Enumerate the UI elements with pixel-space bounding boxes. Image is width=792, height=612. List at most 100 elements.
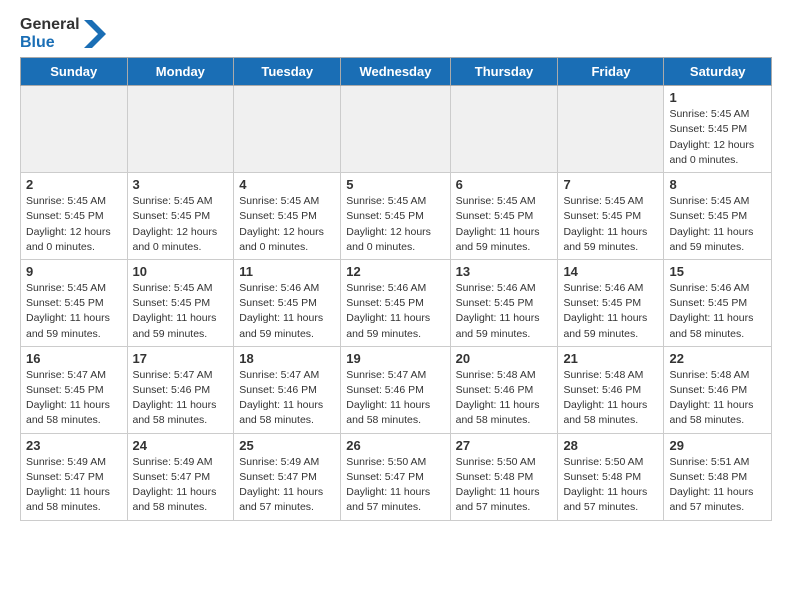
day-info: Sunrise: 5:47 AMSunset: 5:45 PMDaylight:… [26, 368, 122, 429]
day-info: Sunrise: 5:45 AMSunset: 5:45 PMDaylight:… [133, 281, 229, 342]
calendar-week-row: 9 Sunrise: 5:45 AMSunset: 5:45 PMDaylight… [21, 259, 772, 346]
day-number: 18 [239, 351, 335, 366]
day-number: 20 [456, 351, 553, 366]
day-number: 7 [563, 177, 658, 192]
day-number: 22 [669, 351, 766, 366]
weekday-header-friday: Friday [558, 58, 664, 86]
calendar-table: SundayMondayTuesdayWednesdayThursdayFrid… [20, 57, 772, 520]
day-info: Sunrise: 5:50 AMSunset: 5:48 PMDaylight:… [563, 455, 658, 516]
day-info: Sunrise: 5:46 AMSunset: 5:45 PMDaylight:… [456, 281, 553, 342]
day-number: 24 [133, 438, 229, 453]
day-number: 12 [346, 264, 444, 279]
day-number: 17 [133, 351, 229, 366]
day-number: 25 [239, 438, 335, 453]
day-number: 28 [563, 438, 658, 453]
calendar-day-cell [127, 86, 234, 173]
weekday-header-tuesday: Tuesday [234, 58, 341, 86]
calendar-day-cell [450, 86, 558, 173]
weekday-header-sunday: Sunday [21, 58, 128, 86]
day-number: 15 [669, 264, 766, 279]
calendar-day-cell: 15 Sunrise: 5:46 AMSunset: 5:45 PMDayligh… [664, 259, 772, 346]
day-number: 1 [669, 90, 766, 105]
day-info: Sunrise: 5:45 AMSunset: 5:45 PMDaylight:… [26, 194, 122, 255]
day-number: 19 [346, 351, 444, 366]
logo-text-general: GeneralBlue [20, 16, 80, 51]
calendar-day-cell: 29Sunrise: 5:51 AMSunset: 5:48 PMDayligh… [664, 433, 772, 520]
calendar-day-cell: 8 Sunrise: 5:45 AMSunset: 5:45 PMDaylight… [664, 173, 772, 260]
day-number: 2 [26, 177, 122, 192]
calendar-week-row: 16 Sunrise: 5:47 AMSunset: 5:45 PMDayligh… [21, 346, 772, 433]
day-info: Sunrise: 5:50 AMSunset: 5:48 PMDaylight:… [456, 455, 553, 516]
day-number: 10 [133, 264, 229, 279]
day-info: Sunrise: 5:45 AMSunset: 5:45 PMDaylight:… [133, 194, 229, 255]
calendar-day-cell: 24 Sunrise: 5:49 AMSunset: 5:47 PMDayligh… [127, 433, 234, 520]
day-number: 8 [669, 177, 766, 192]
day-info: Sunrise: 5:48 AMSunset: 5:46 PMDaylight:… [669, 368, 766, 429]
day-info: Sunrise: 5:49 AMSunset: 5:47 PMDaylight:… [239, 455, 335, 516]
weekday-header-saturday: Saturday [664, 58, 772, 86]
calendar-week-row: 1 Sunrise: 5:45 AMSunset: 5:45 PMDaylight… [21, 86, 772, 173]
logo-container: GeneralBlue [20, 16, 106, 51]
calendar-day-cell [21, 86, 128, 173]
page-header: GeneralBlue [20, 16, 772, 51]
calendar-day-cell: 20 Sunrise: 5:48 AMSunset: 5:46 PMDayligh… [450, 346, 558, 433]
day-info: Sunrise: 5:45 AMSunset: 5:45 PMDaylight:… [563, 194, 658, 255]
calendar-day-cell: 7 Sunrise: 5:45 AMSunset: 5:45 PMDaylight… [558, 173, 664, 260]
day-info: Sunrise: 5:45 AMSunset: 5:45 PMDaylight:… [669, 194, 766, 255]
day-info: Sunrise: 5:46 AMSunset: 5:45 PMDaylight:… [239, 281, 335, 342]
calendar-day-cell: 11 Sunrise: 5:46 AMSunset: 5:45 PMDayligh… [234, 259, 341, 346]
day-number: 13 [456, 264, 553, 279]
day-info: Sunrise: 5:48 AMSunset: 5:46 PMDaylight:… [563, 368, 658, 429]
day-info: Sunrise: 5:45 AMSunset: 5:45 PMDaylight:… [456, 194, 553, 255]
day-info: Sunrise: 5:45 AMSunset: 5:45 PMDaylight:… [669, 107, 766, 168]
calendar-day-cell: 16 Sunrise: 5:47 AMSunset: 5:45 PMDayligh… [21, 346, 128, 433]
day-info: Sunrise: 5:48 AMSunset: 5:46 PMDaylight:… [456, 368, 553, 429]
day-number: 6 [456, 177, 553, 192]
calendar-day-cell: 10 Sunrise: 5:45 AMSunset: 5:45 PMDayligh… [127, 259, 234, 346]
logo-chevron-icon [84, 20, 106, 48]
calendar-day-cell: 12 Sunrise: 5:46 AMSunset: 5:45 PMDayligh… [341, 259, 450, 346]
day-info: Sunrise: 5:47 AMSunset: 5:46 PMDaylight:… [239, 368, 335, 429]
day-number: 11 [239, 264, 335, 279]
calendar-week-row: 2 Sunrise: 5:45 AMSunset: 5:45 PMDaylight… [21, 173, 772, 260]
calendar-day-cell: 26 Sunrise: 5:50 AMSunset: 5:47 PMDayligh… [341, 433, 450, 520]
day-info: Sunrise: 5:45 AMSunset: 5:45 PMDaylight:… [239, 194, 335, 255]
calendar-day-cell: 6 Sunrise: 5:45 AMSunset: 5:45 PMDaylight… [450, 173, 558, 260]
calendar-day-cell: 14 Sunrise: 5:46 AMSunset: 5:45 PMDayligh… [558, 259, 664, 346]
day-info: Sunrise: 5:49 AMSunset: 5:47 PMDaylight:… [133, 455, 229, 516]
calendar-day-cell: 17 Sunrise: 5:47 AMSunset: 5:46 PMDayligh… [127, 346, 234, 433]
day-number: 14 [563, 264, 658, 279]
day-number: 3 [133, 177, 229, 192]
calendar-week-row: 23Sunrise: 5:49 AMSunset: 5:47 PMDayligh… [21, 433, 772, 520]
day-info: Sunrise: 5:49 AMSunset: 5:47 PMDaylight:… [26, 455, 122, 516]
calendar-day-cell: 27Sunrise: 5:50 AMSunset: 5:48 PMDayligh… [450, 433, 558, 520]
calendar-day-cell: 23Sunrise: 5:49 AMSunset: 5:47 PMDayligh… [21, 433, 128, 520]
calendar-day-cell: 2 Sunrise: 5:45 AMSunset: 5:45 PMDaylight… [21, 173, 128, 260]
day-number: 5 [346, 177, 444, 192]
day-number: 4 [239, 177, 335, 192]
calendar-day-cell [341, 86, 450, 173]
weekday-header-wednesday: Wednesday [341, 58, 450, 86]
weekday-header-row: SundayMondayTuesdayWednesdayThursdayFrid… [21, 58, 772, 86]
day-number: 9 [26, 264, 122, 279]
day-info: Sunrise: 5:50 AMSunset: 5:47 PMDaylight:… [346, 455, 444, 516]
calendar-day-cell: 19Sunrise: 5:47 AMSunset: 5:46 PMDayligh… [341, 346, 450, 433]
calendar-day-cell: 25 Sunrise: 5:49 AMSunset: 5:47 PMDayligh… [234, 433, 341, 520]
day-info: Sunrise: 5:46 AMSunset: 5:45 PMDaylight:… [669, 281, 766, 342]
calendar-day-cell: 9Sunrise: 5:45 AMSunset: 5:45 PMDaylight… [21, 259, 128, 346]
day-info: Sunrise: 5:46 AMSunset: 5:45 PMDaylight:… [563, 281, 658, 342]
day-number: 21 [563, 351, 658, 366]
calendar-day-cell: 28 Sunrise: 5:50 AMSunset: 5:48 PMDayligh… [558, 433, 664, 520]
logo: GeneralBlue [20, 16, 106, 51]
day-number: 26 [346, 438, 444, 453]
calendar-day-cell [558, 86, 664, 173]
calendar-day-cell: 18 Sunrise: 5:47 AMSunset: 5:46 PMDayligh… [234, 346, 341, 433]
day-info: Sunrise: 5:46 AMSunset: 5:45 PMDaylight:… [346, 281, 444, 342]
calendar-day-cell [234, 86, 341, 173]
calendar-day-cell: 21 Sunrise: 5:48 AMSunset: 5:46 PMDayligh… [558, 346, 664, 433]
calendar-day-cell: 3 Sunrise: 5:45 AMSunset: 5:45 PMDaylight… [127, 173, 234, 260]
calendar-day-cell: 13 Sunrise: 5:46 AMSunset: 5:45 PMDayligh… [450, 259, 558, 346]
day-info: Sunrise: 5:47 AMSunset: 5:46 PMDaylight:… [133, 368, 229, 429]
day-number: 16 [26, 351, 122, 366]
calendar-day-cell: 1 Sunrise: 5:45 AMSunset: 5:45 PMDaylight… [664, 86, 772, 173]
